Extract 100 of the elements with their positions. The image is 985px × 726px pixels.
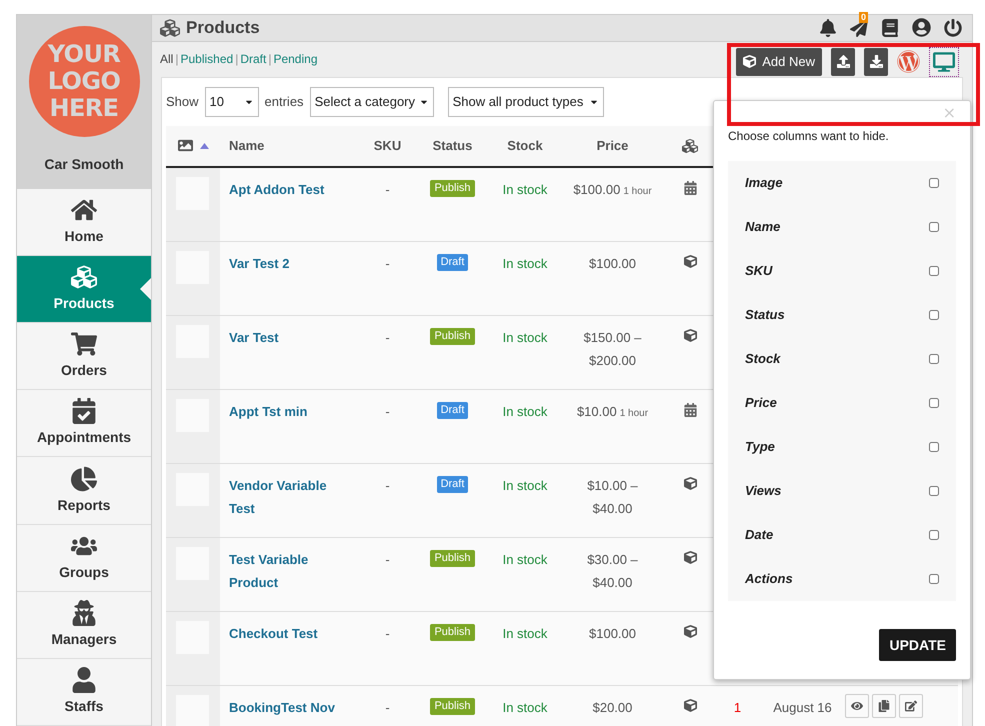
- price-cell: $10.00: [576, 404, 617, 418]
- column-option-label: Price: [745, 394, 777, 412]
- product-name-link[interactable]: Vendor Variable Test: [229, 474, 340, 520]
- spy-icon: [71, 600, 97, 626]
- column-option-label: Name: [745, 218, 780, 236]
- sidebar-item[interactable]: Staffs: [17, 658, 151, 725]
- sku-cell: -: [385, 330, 390, 344]
- product-name-link[interactable]: Var Test 2: [229, 252, 340, 274]
- stock-cell: In stock: [502, 256, 548, 270]
- sidebar-item[interactable]: Reports: [17, 457, 151, 524]
- page-size-select[interactable]: 10: [204, 86, 259, 116]
- column-checkbox[interactable]: [929, 398, 939, 408]
- sku-cell: -: [385, 552, 390, 566]
- status-badge: Publish: [430, 698, 475, 714]
- stock-cell: In stock: [502, 478, 548, 492]
- eye-icon: [851, 700, 863, 712]
- page-title: Products: [186, 17, 260, 39]
- book-icon[interactable]: [881, 18, 899, 37]
- filter-link[interactable]: All: [160, 50, 174, 68]
- sku-cell: -: [385, 256, 390, 270]
- calendar-check-icon: [71, 398, 97, 424]
- stock-cell: In stock: [502, 330, 548, 344]
- column-checkbox[interactable]: [929, 178, 939, 188]
- cube-icon: [743, 55, 756, 68]
- product-name-link[interactable]: Var Test: [229, 326, 340, 348]
- column-header[interactable]: Name: [229, 138, 264, 153]
- views-count: 1: [734, 700, 742, 714]
- power-icon[interactable]: [944, 18, 962, 37]
- product-name-link[interactable]: Checkout Test: [229, 622, 340, 644]
- cube-icon: [684, 476, 696, 490]
- columns-toggle-button[interactable]: [929, 46, 959, 76]
- stock-cell: In stock: [502, 552, 548, 566]
- column-header[interactable]: Stock: [507, 138, 543, 153]
- bell-icon[interactable]: [819, 18, 837, 37]
- column-option-label: Stock: [745, 350, 780, 368]
- status-badge: Draft: [436, 254, 468, 270]
- column-checkbox[interactable]: [929, 442, 939, 452]
- copy-icon: [878, 700, 890, 712]
- filter-link[interactable]: Pending: [273, 50, 318, 68]
- edit-button[interactable]: [899, 694, 923, 718]
- column-checkbox[interactable]: [929, 266, 939, 276]
- image-icon: [178, 138, 192, 153]
- upload-icon: [836, 55, 850, 68]
- product-name-link[interactable]: Apt Addon Test: [229, 178, 340, 200]
- column-option-label: Date: [745, 526, 774, 544]
- filter-link[interactable]: Draft: [240, 50, 266, 68]
- show-label: Show: [166, 92, 199, 111]
- sidebar-item[interactable]: Orders: [17, 323, 151, 390]
- filter-link[interactable]: Published: [180, 50, 234, 68]
- cubes-icon: [682, 138, 698, 154]
- price-cell: $30.00 – $40.00: [587, 552, 638, 590]
- update-button[interactable]: UPDATE: [879, 629, 956, 661]
- stock-cell: In stock: [502, 182, 548, 196]
- column-option-label: Status: [745, 306, 785, 324]
- column-checkbox[interactable]: [929, 574, 939, 584]
- duration-note: 1 hour: [620, 408, 648, 418]
- sort-up-icon[interactable]: [200, 142, 208, 148]
- view-button[interactable]: [845, 694, 869, 718]
- column-checkbox[interactable]: [929, 310, 939, 320]
- column-checkbox[interactable]: [929, 530, 939, 540]
- cubes-icon: [160, 18, 180, 38]
- sidebar-item[interactable]: Appointments: [17, 390, 151, 456]
- column-checkbox[interactable]: [929, 354, 939, 364]
- product-name-link[interactable]: BookingTest Nov: [229, 696, 340, 718]
- column-header[interactable]: SKU: [374, 138, 402, 153]
- calendar-icon: [684, 180, 696, 194]
- column-option-label: Type: [745, 438, 775, 456]
- sidebar-item[interactable]: Products: [17, 256, 151, 322]
- sidebar-item[interactable]: Groups: [17, 524, 151, 591]
- sku-cell: -: [385, 626, 390, 640]
- popup-prompt: Choose columns want to hide.: [728, 128, 890, 145]
- column-header[interactable]: Status: [432, 138, 472, 153]
- column-header[interactable]: Price: [596, 138, 628, 153]
- calendar-icon: [684, 402, 696, 416]
- wordpress-icon[interactable]: [897, 50, 920, 73]
- separator: |: [268, 51, 272, 68]
- status-badge: Draft: [436, 476, 468, 492]
- user-icon[interactable]: [912, 18, 931, 38]
- cube-icon: [684, 254, 696, 268]
- upload-button[interactable]: [831, 48, 855, 76]
- notification-count: 0: [859, 12, 868, 23]
- stock-cell: In stock: [502, 626, 548, 640]
- product-type-select[interactable]: Show all product types: [448, 86, 604, 116]
- add-new-button[interactable]: Add New: [736, 48, 822, 76]
- sku-cell: -: [385, 700, 390, 714]
- column-checkbox[interactable]: [929, 222, 939, 232]
- sidebar-item[interactable]: Home: [17, 188, 151, 256]
- download-button[interactable]: [864, 48, 888, 76]
- duplicate-button[interactable]: [872, 694, 896, 718]
- user-icon: [71, 666, 97, 693]
- stock-cell: In stock: [502, 404, 548, 418]
- separator: |: [175, 51, 178, 68]
- product-name-link[interactable]: Appt Tst min: [229, 400, 340, 422]
- column-checkbox[interactable]: [929, 486, 939, 496]
- sku-cell: -: [385, 478, 390, 492]
- status-badge: Publish: [430, 180, 475, 196]
- category-select[interactable]: Select a category: [310, 86, 434, 116]
- product-name-link[interactable]: Test Variable Product: [229, 548, 340, 594]
- stock-cell: In stock: [502, 700, 548, 714]
- sidebar-item[interactable]: Managers: [17, 592, 151, 658]
